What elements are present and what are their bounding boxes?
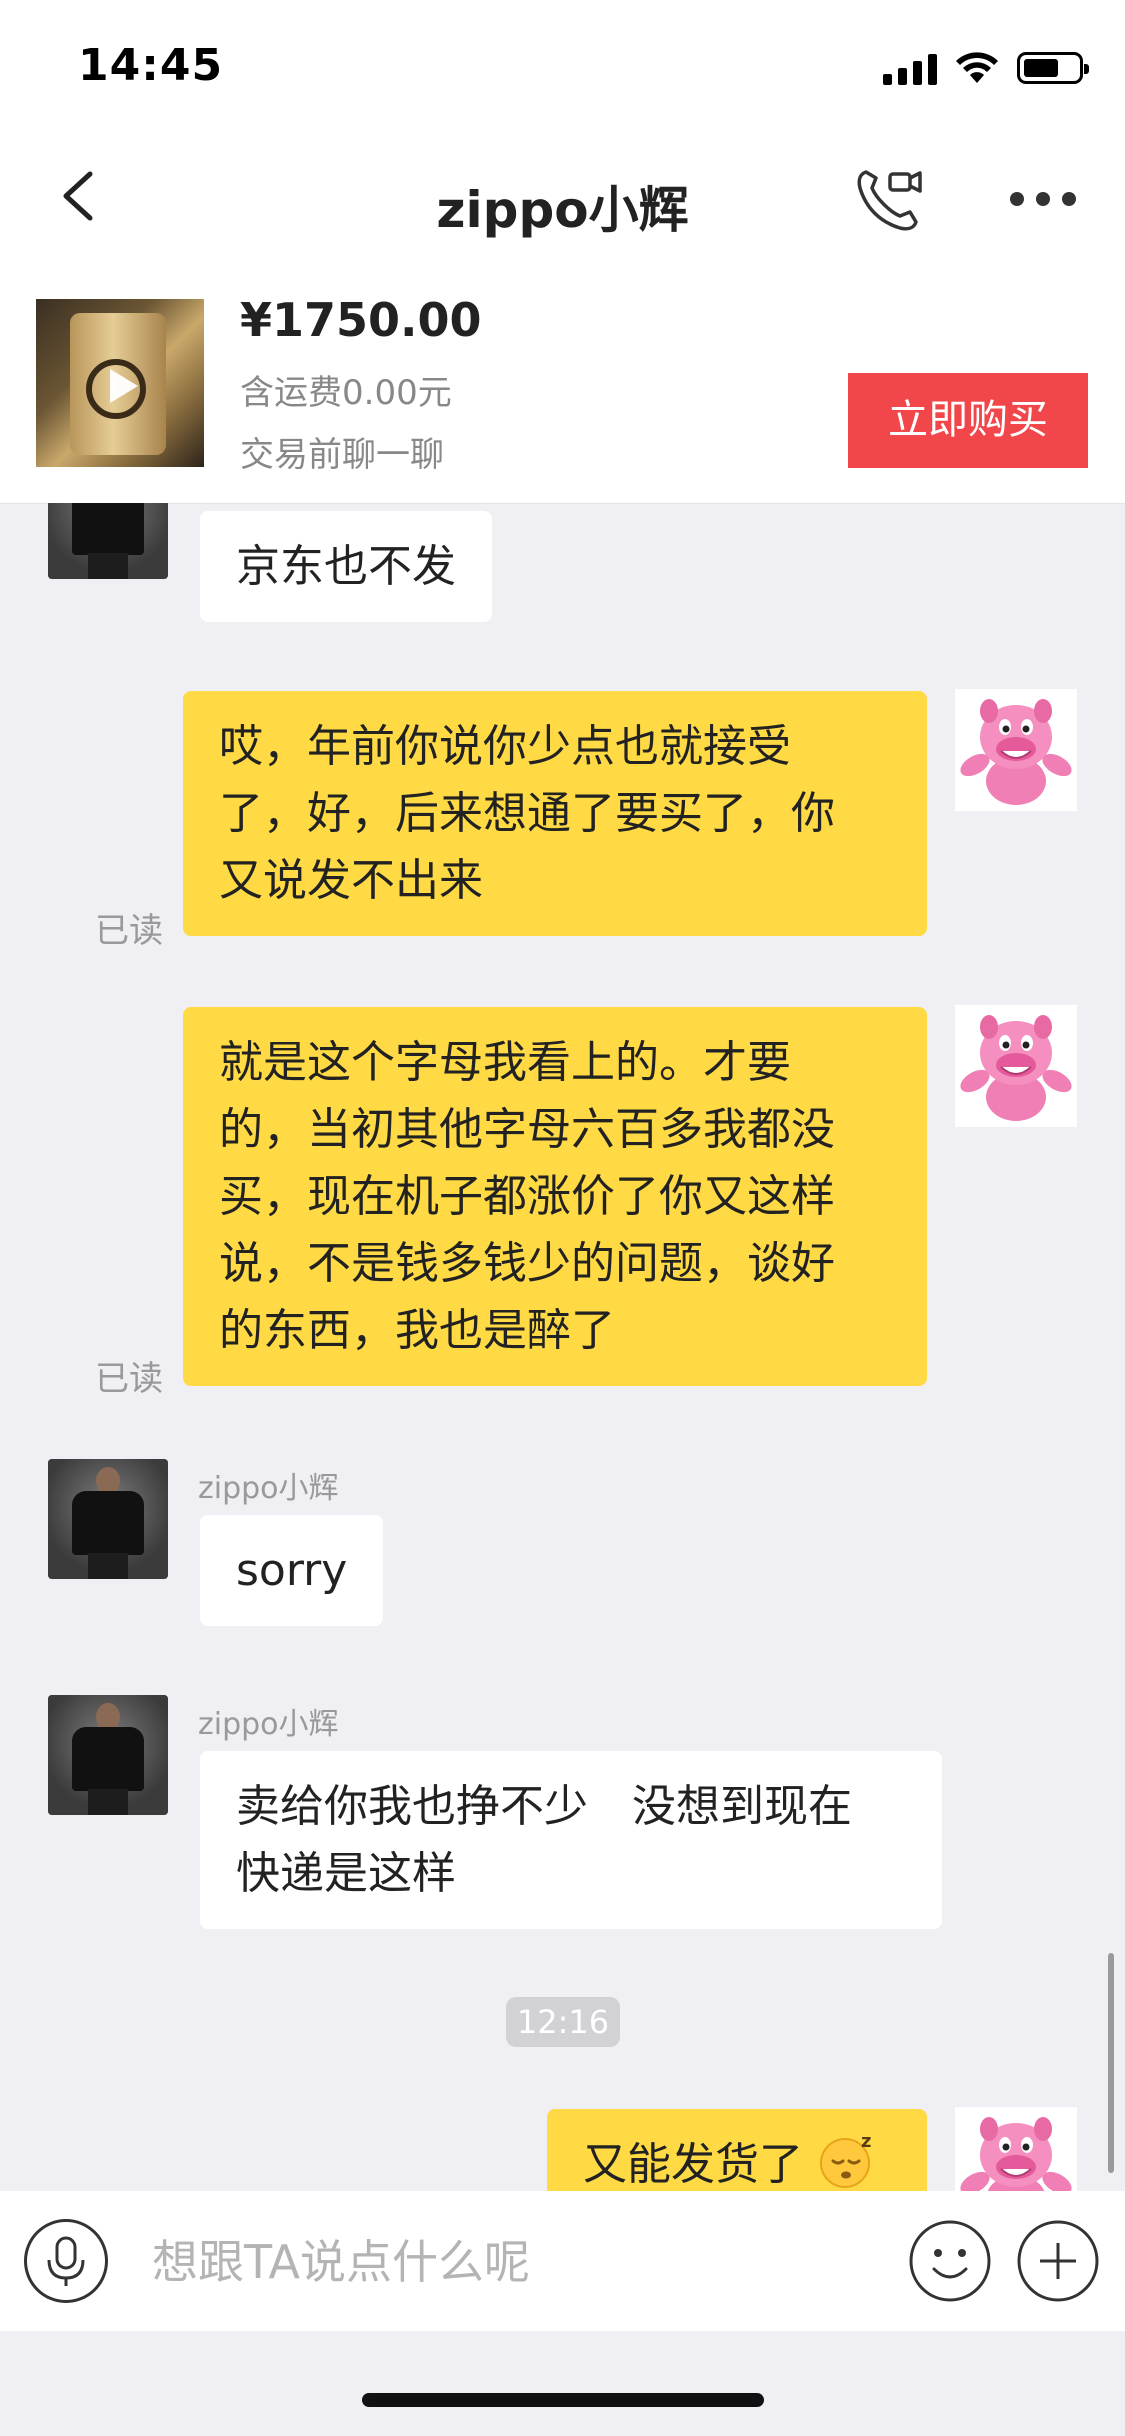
message-line: 哎，年前你说你少点也就接受	[219, 721, 791, 772]
home-indicator-area	[0, 2331, 1125, 2436]
product-price: ¥1750.00	[240, 293, 482, 347]
message-line: 了，好，后来想通了要买了，你	[219, 788, 835, 839]
message-line: 快递是这样	[236, 1848, 456, 1899]
product-thumbnail[interactable]	[36, 299, 204, 467]
read-receipt: 已读	[95, 1359, 163, 1399]
status-icons	[883, 48, 1089, 88]
video-call-icon[interactable]	[852, 162, 926, 236]
voice-button[interactable]	[24, 2219, 108, 2303]
chat-area[interactable]: 京东也不发 已读 哎，年前你说你少点也就接受 了，好，后来想通了要买了，你 又说…	[0, 503, 1125, 2191]
contact-avatar[interactable]	[48, 503, 168, 579]
product-bar: ¥1750.00 含运费0.00元 交易前聊一聊 立即购买	[0, 255, 1125, 504]
plus-icon[interactable]	[1016, 2219, 1100, 2303]
message-input[interactable]	[150, 2221, 894, 2303]
sender-name: zippo小辉	[198, 1707, 339, 1742]
message-text: 又能发货了	[583, 2139, 803, 2190]
buy-now-button[interactable]: 立即购买	[848, 373, 1088, 468]
message-bubble-outgoing[interactable]: 又能发货了 z	[547, 2109, 927, 2191]
sender-name: zippo小辉	[198, 1471, 339, 1506]
page-title: zippo小辉	[436, 181, 689, 239]
home-indicator[interactable]	[362, 2393, 764, 2407]
product-note: 交易前聊一聊	[240, 435, 444, 475]
svg-text:z: z	[861, 2131, 871, 2152]
battery-icon	[1017, 52, 1089, 84]
message-line: 说，不是钱多钱少的问题，谈好	[219, 1238, 835, 1289]
contact-avatar[interactable]	[48, 1695, 168, 1815]
emoji-icon[interactable]	[908, 2219, 992, 2303]
status-time: 14:45	[78, 40, 224, 91]
contact-avatar[interactable]	[48, 1459, 168, 1579]
message-line: 又说发不出来	[219, 855, 483, 906]
my-avatar[interactable]	[955, 2107, 1077, 2191]
wifi-icon	[956, 52, 998, 83]
chat-scrollbar[interactable]	[1108, 1953, 1114, 2173]
message-line: 的，当初其他字母六百多我都没	[219, 1104, 835, 1155]
sleepy-emoji-icon: z	[820, 2131, 871, 2188]
input-bar	[0, 2191, 1125, 2331]
message-bubble-incoming[interactable]: sorry	[200, 1515, 384, 1626]
message-bubble-incoming[interactable]: 卖给你我也挣不少 没想到现在 快递是这样	[200, 1751, 942, 1929]
product-shipping: 含运费0.00元	[240, 373, 452, 413]
my-avatar[interactable]	[955, 689, 1077, 811]
read-receipt: 已读	[95, 911, 163, 951]
nav-bar: zippo小辉	[0, 140, 1125, 255]
cellular-signal-icon	[883, 51, 937, 85]
message-line: 就是这个字母我看上的。才要	[219, 1037, 791, 1088]
my-avatar[interactable]	[955, 1005, 1077, 1127]
play-icon[interactable]	[98, 363, 144, 409]
message-bubble-incoming[interactable]: 京东也不发	[200, 511, 492, 622]
message-line: 买，现在机子都涨价了你又这样	[219, 1171, 835, 1222]
status-bar: 14:45	[0, 0, 1125, 140]
message-line: 卖给你我也挣不少 没想到现在	[236, 1781, 852, 1832]
microphone-icon	[47, 2236, 85, 2286]
message-line: 的东西，我也是醉了	[219, 1305, 615, 1356]
message-bubble-outgoing[interactable]: 就是这个字母我看上的。才要 的，当初其他字母六百多我都没 买，现在机子都涨价了你…	[183, 1007, 927, 1386]
time-stamp: 12:16	[506, 1997, 620, 2047]
more-icon[interactable]	[1010, 184, 1080, 214]
message-bubble-outgoing[interactable]: 哎，年前你说你少点也就接受 了，好，后来想通了要买了，你 又说发不出来	[183, 691, 927, 936]
